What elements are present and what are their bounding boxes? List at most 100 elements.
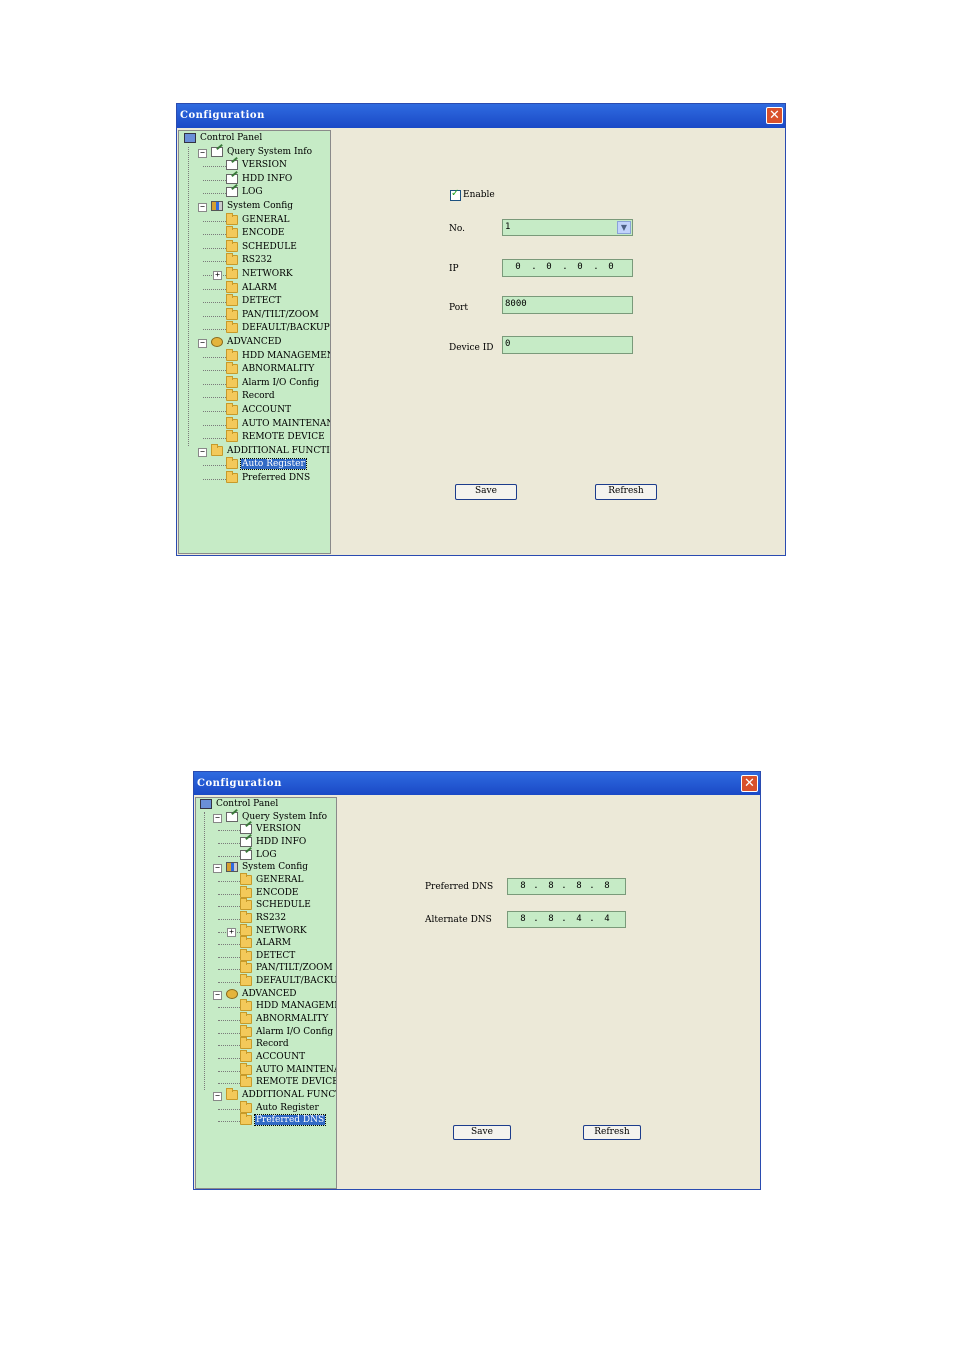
- computer-icon: [184, 133, 196, 143]
- tree-item-label: Control Panel: [200, 133, 263, 143]
- alternate-dns-field[interactable]: 8 . 8 . 4 . 4: [507, 911, 626, 928]
- dns-octet[interactable]: 4: [598, 912, 616, 927]
- tree-item[interactable]: RS232: [226, 253, 273, 268]
- tree-item[interactable]: ADVANCED: [226, 988, 298, 1002]
- ip-octet-1[interactable]: 0: [509, 260, 527, 275]
- preferred-dns-field[interactable]: 8 . 8 . 8 . 8: [507, 878, 626, 895]
- tree-item[interactable]: PAN/TILT/ZOOM: [226, 307, 320, 323]
- tree-item[interactable]: DEFAULT/BACKUP: [226, 321, 330, 336]
- tree-item[interactable]: Alarm I/O Config: [226, 375, 320, 391]
- tree-item[interactable]: DEFAULT/BACKUP: [240, 974, 336, 989]
- tree-item[interactable]: ALARM: [226, 280, 278, 296]
- tree-item-label: DETECT: [256, 950, 296, 961]
- enable-checkbox[interactable]: [450, 188, 461, 201]
- tree-item[interactable]: ACCOUNT: [226, 403, 292, 418]
- collapse-icon[interactable]: −: [198, 339, 207, 348]
- tree-item-label: RS232: [242, 255, 273, 266]
- dns-octet[interactable]: 8: [514, 879, 532, 894]
- alternate-dns-label: Alternate DNS: [425, 915, 492, 925]
- tree-item[interactable]: Control Panel: [200, 799, 279, 812]
- tree-item[interactable]: ALARM: [240, 936, 292, 951]
- tree-item[interactable]: System Config: [211, 201, 294, 214]
- tree-item[interactable]: ACCOUNT: [240, 1050, 306, 1065]
- tree-guide-line: [218, 944, 240, 946]
- tree-item[interactable]: GENERAL: [240, 872, 304, 888]
- tree-item[interactable]: Query System Info: [211, 146, 313, 160]
- tree-item[interactable]: LOG: [240, 849, 278, 863]
- tree-item[interactable]: REMOTE DEVICE: [226, 430, 326, 445]
- tree-item[interactable]: AUTO MAINTENANCE: [240, 1062, 336, 1078]
- tree-item[interactable]: HDD MANAGEMENT: [226, 348, 330, 364]
- save-button[interactable]: Save: [453, 1125, 511, 1140]
- tree-item[interactable]: DETECT: [226, 294, 282, 309]
- port-input[interactable]: 8000: [502, 296, 633, 314]
- tree-item[interactable]: Control Panel: [184, 133, 263, 146]
- title-bar[interactable]: Configuration ✕: [177, 104, 785, 128]
- tree-item[interactable]: LOG: [226, 187, 264, 200]
- collapse-icon[interactable]: −: [198, 203, 207, 212]
- ip-octet-2[interactable]: 0: [540, 260, 558, 275]
- collapse-icon[interactable]: −: [213, 990, 222, 1000]
- collapse-icon[interactable]: −: [213, 1091, 222, 1101]
- tree-item[interactable]: AUTO MAINTENANCE: [226, 416, 330, 432]
- tree-item[interactable]: Record: [240, 1037, 290, 1052]
- folder-icon: [226, 267, 238, 279]
- collapse-icon[interactable]: −: [198, 148, 207, 158]
- close-icon[interactable]: ✕: [766, 107, 783, 124]
- save-button[interactable]: Save: [455, 484, 517, 500]
- tree-item[interactable]: Preferred DNS: [240, 1113, 327, 1128]
- dns-octet[interactable]: 8: [542, 912, 560, 927]
- ip-dot: .: [589, 881, 595, 891]
- tree-item[interactable]: ENCODE: [240, 885, 300, 901]
- no-select[interactable]: 1 ▼: [502, 219, 633, 236]
- collapse-icon[interactable]: −: [213, 864, 222, 874]
- tree-item[interactable]: REMOTE DEVICE: [240, 1075, 336, 1090]
- tree-item[interactable]: Alarm I/O Config: [240, 1024, 334, 1040]
- dns-octet[interactable]: 8: [514, 912, 532, 927]
- ip-octet-3[interactable]: 0: [571, 260, 589, 275]
- device-id-input[interactable]: 0: [502, 336, 633, 354]
- dns-octet[interactable]: 8: [598, 879, 616, 894]
- tree-item[interactable]: Auto Register: [240, 1100, 320, 1116]
- folder-icon: [240, 1062, 252, 1075]
- tree-item[interactable]: NETWORK: [226, 267, 294, 282]
- expand-icon[interactable]: +: [227, 927, 236, 937]
- chevron-down-icon[interactable]: ▼: [617, 221, 631, 234]
- tree-item[interactable]: ADVANCED: [211, 337, 283, 350]
- tree-item[interactable]: ABNORMALITY: [240, 1012, 329, 1027]
- tree-item-label: HDD INFO: [242, 173, 293, 184]
- ip-octet-4[interactable]: 0: [602, 260, 620, 275]
- tree-guide-line: [203, 302, 226, 304]
- tree-item[interactable]: RS232: [240, 910, 287, 926]
- tree-item[interactable]: Record: [226, 389, 276, 404]
- dns-octet[interactable]: 4: [570, 912, 588, 927]
- tree-item[interactable]: SCHEDULE: [226, 239, 298, 255]
- tree-item[interactable]: Preferred DNS: [226, 471, 311, 486]
- tree-item[interactable]: GENERAL: [226, 212, 290, 228]
- expand-icon[interactable]: +: [213, 271, 222, 280]
- tree-item[interactable]: NETWORK: [240, 923, 308, 939]
- dns-octet[interactable]: 8: [542, 879, 560, 894]
- tree-item[interactable]: System Config: [226, 862, 309, 875]
- folder-icon: [226, 226, 238, 239]
- ip-field[interactable]: 0 . 0 . 0 . 0: [502, 259, 633, 277]
- navigation-tree[interactable]: Control Panel − Query System Info VERSION HD…: [195, 797, 337, 1189]
- collapse-icon[interactable]: −: [213, 813, 222, 823]
- device-id-label: Device ID: [449, 343, 494, 353]
- tree-item[interactable]: Query System Info: [226, 811, 328, 825]
- port-label: Port: [449, 303, 469, 313]
- tree-item[interactable]: ABNORMALITY: [226, 362, 315, 377]
- title-bar[interactable]: Configuration ✕: [194, 772, 760, 795]
- tree-item[interactable]: DETECT: [240, 948, 296, 964]
- tree-item[interactable]: PAN/TILT/ZOOM: [240, 961, 334, 976]
- collapse-icon[interactable]: −: [198, 447, 207, 457]
- tree-item[interactable]: HDD MANAGEMENT: [240, 999, 336, 1014]
- navigation-tree[interactable]: Control Panel − Query System Info VERSION HD…: [178, 130, 331, 554]
- tree-item[interactable]: ENCODE: [226, 226, 286, 241]
- refresh-button[interactable]: Refresh: [583, 1125, 641, 1140]
- tree-item[interactable]: SCHEDULE: [240, 898, 312, 913]
- refresh-button[interactable]: Refresh: [595, 484, 657, 500]
- tree-item[interactable]: Auto Register: [226, 457, 307, 472]
- dns-octet[interactable]: 8: [570, 879, 588, 894]
- close-icon[interactable]: ✕: [741, 775, 758, 792]
